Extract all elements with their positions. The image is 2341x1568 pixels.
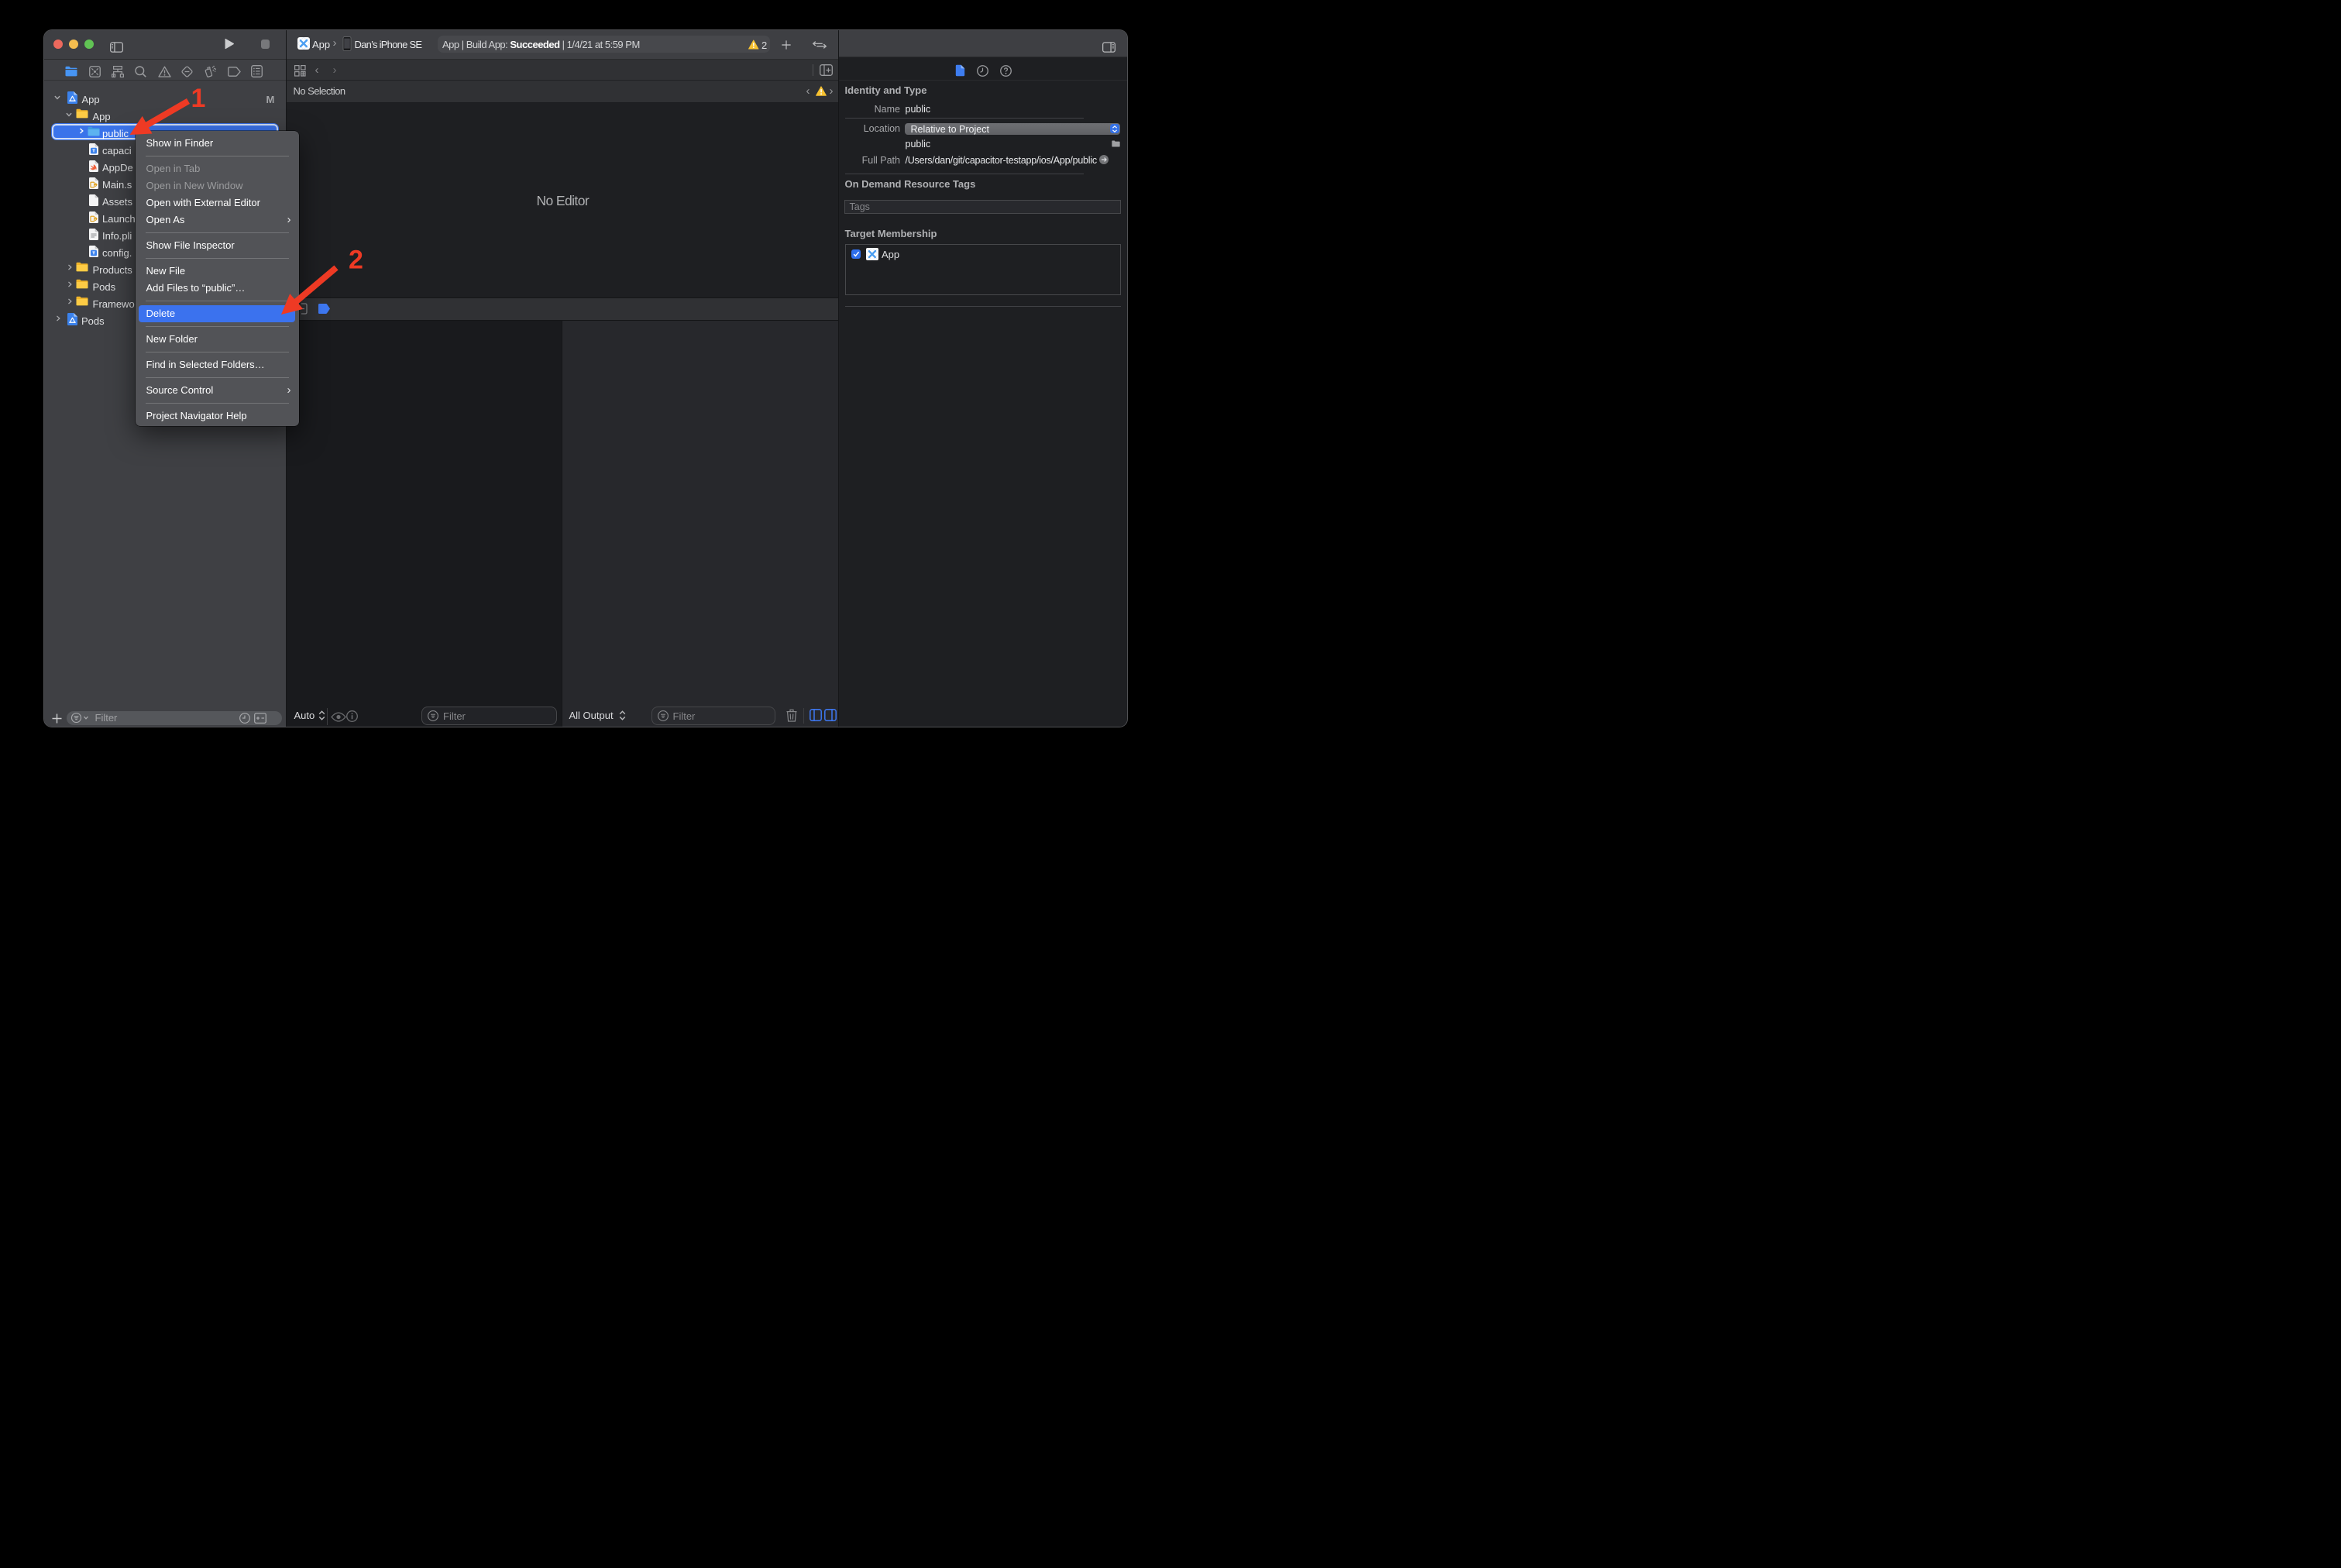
svg-text:1: 1: [191, 84, 206, 113]
svg-text:2: 2: [349, 245, 363, 274]
